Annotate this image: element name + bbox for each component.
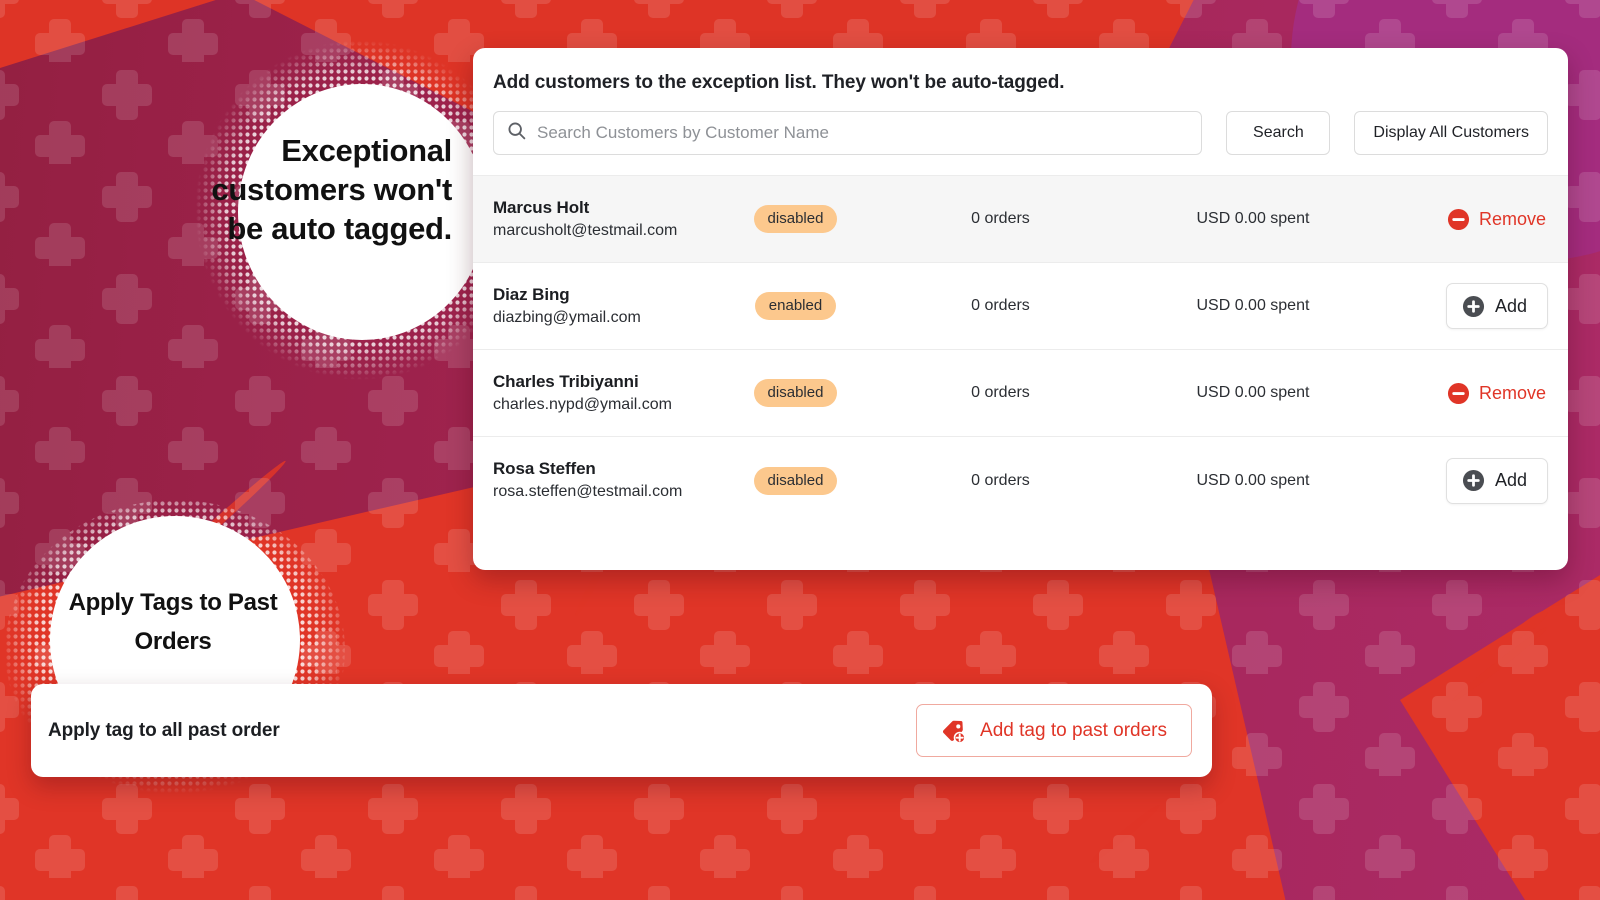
- amount-spent: USD 0.00 spent: [1196, 471, 1310, 489]
- add-tag-button-label: Add tag to past orders: [980, 719, 1167, 741]
- past-orders-card: Apply tag to all past order Add tag to p…: [31, 684, 1212, 777]
- table-row: Charles Tribiyanni charles.nypd@ymail.com…: [473, 350, 1568, 437]
- plus-circle-icon: [1462, 295, 1485, 318]
- callout-text-bottom: Apply Tags to Past Orders: [68, 589, 278, 655]
- status-badge: disabled: [753, 466, 838, 495]
- action-cell: Add: [1388, 283, 1548, 329]
- customer-identity: Charles Tribiyanni charles.nypd@ymail.com: [493, 371, 708, 416]
- remove-button-label: Remove: [1478, 382, 1546, 403]
- callout-text-top: Exceptional customers won't be auto tagg…: [211, 133, 452, 246]
- table-row: Diaz Bing diazbing@ymail.com enabled 0 orde…: [473, 263, 1568, 350]
- search-icon: [506, 120, 527, 146]
- minus-circle-icon: [1447, 382, 1470, 405]
- minus-circle-icon: [1447, 208, 1470, 231]
- remove-customer-button[interactable]: Remove: [1447, 208, 1548, 231]
- customer-name: Diaz Bing: [493, 284, 570, 304]
- customer-list: Marcus Holt marcusholt@testmail.com disabl…: [473, 176, 1568, 524]
- status-cell: disabled: [708, 466, 883, 495]
- search-toolbar: Search Display All Customers: [473, 94, 1568, 176]
- table-row: Marcus Holt marcusholt@testmail.com disabl…: [473, 176, 1568, 263]
- customer-identity: Rosa Steffen rosa.steffen@testmail.com: [493, 458, 708, 503]
- customer-identity: Diaz Bing diazbing@ymail.com: [493, 284, 708, 329]
- customer-name: Rosa Steffen: [493, 459, 596, 478]
- plus-circle-icon: [1462, 469, 1485, 492]
- action-cell: Add: [1388, 457, 1548, 504]
- customer-email: rosa.steffen@testmail.com: [493, 483, 683, 500]
- action-cell: Remove: [1388, 208, 1548, 231]
- add-button-label: Add: [1494, 295, 1527, 316]
- customer-email: marcusholt@testmail.com: [493, 221, 678, 239]
- search-input[interactable]: [537, 123, 1190, 143]
- card-title: Add customers to the exception list. The…: [493, 72, 1065, 93]
- status-badge: disabled: [753, 205, 838, 233]
- customer-exception-card: Add customers to the exception list. The…: [473, 48, 1568, 570]
- add-button-label: Add: [1494, 470, 1527, 490]
- add-tag-to-past-orders-button[interactable]: Add tag to past orders: [916, 704, 1192, 757]
- customer-name: Charles Tribiyanni: [493, 371, 639, 391]
- customer-email: diazbing@ymail.com: [493, 308, 641, 326]
- display-all-customers-button[interactable]: Display All Customers: [1354, 111, 1548, 155]
- amount-spent: USD 0.00 spent: [1196, 384, 1310, 401]
- orders-count: 0 orders: [971, 210, 1030, 227]
- add-customer-button[interactable]: Add: [1445, 283, 1548, 329]
- status-badge: disabled: [753, 379, 838, 407]
- action-cell: Remove: [1388, 382, 1548, 405]
- app-background: Exceptional customers won't be auto tagg…: [0, 0, 1600, 900]
- customer-identity: Marcus Holt marcusholt@testmail.com: [493, 197, 708, 242]
- customer-name: Marcus Holt: [493, 197, 590, 217]
- status-cell: enabled: [708, 292, 883, 320]
- add-customer-button[interactable]: Add: [1445, 457, 1548, 504]
- amount-spent: USD 0.00 spent: [1196, 297, 1310, 314]
- orders-count: 0 orders: [971, 471, 1030, 489]
- search-button[interactable]: Search: [1226, 111, 1331, 155]
- remove-button-label: Remove: [1478, 208, 1546, 229]
- status-cell: disabled: [708, 205, 883, 233]
- status-cell: disabled: [708, 379, 883, 407]
- orders-count: 0 orders: [971, 384, 1030, 401]
- past-orders-label: Apply tag to all past order: [48, 719, 280, 741]
- customer-email: charles.nypd@ymail.com: [493, 395, 672, 413]
- amount-spent: USD 0.00 spent: [1196, 210, 1310, 227]
- table-row: Rosa Steffen rosa.steffen@testmail.com dis…: [473, 437, 1568, 524]
- search-field-wrapper[interactable]: [493, 111, 1203, 155]
- tag-plus-icon: [941, 718, 968, 744]
- remove-customer-button[interactable]: Remove: [1447, 382, 1548, 405]
- orders-count: 0 orders: [971, 297, 1030, 314]
- status-badge: enabled: [754, 292, 837, 320]
